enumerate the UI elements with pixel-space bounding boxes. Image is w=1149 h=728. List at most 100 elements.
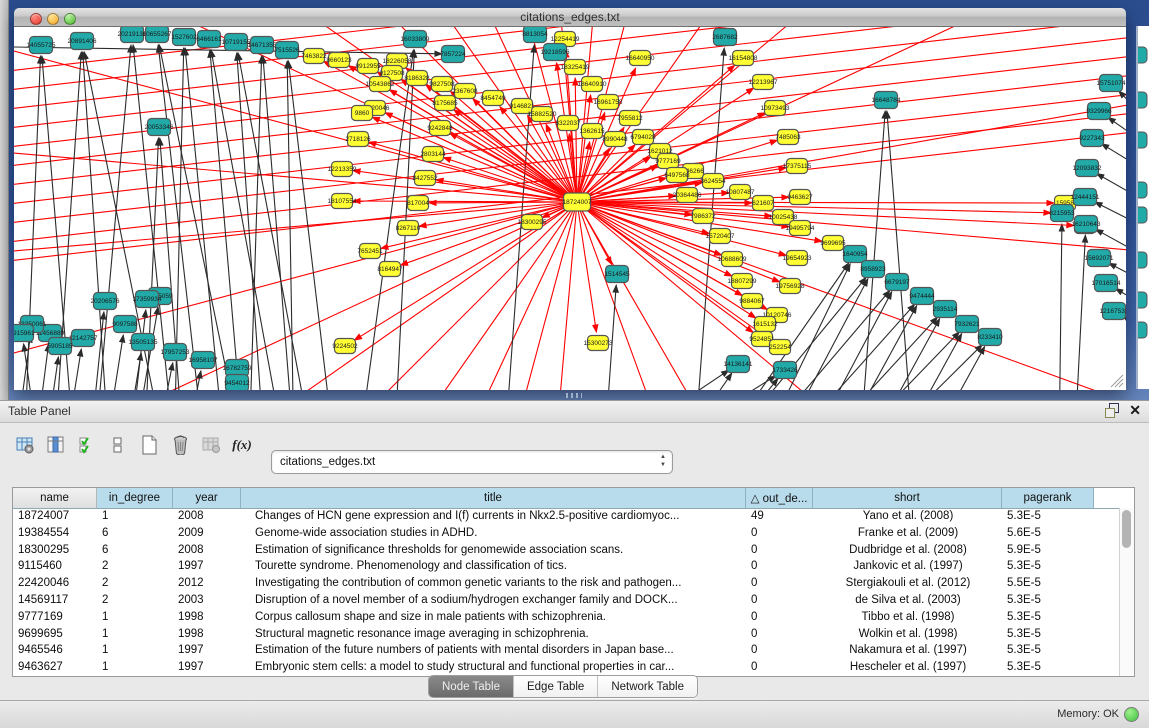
teal-node-9227343[interactable]: 9227343 <box>1079 130 1105 147</box>
table-cell[interactable]: 5.3E-5 <box>1002 593 1094 610</box>
table-row[interactable]: 1872400712008Changes of HCN gene express… <box>13 509 1134 526</box>
table-cell[interactable]: de Silva et al. (2003) <box>813 593 1002 610</box>
tab-edge-table[interactable]: Edge Table <box>514 676 598 697</box>
table-cell[interactable]: 9465546 <box>13 643 97 660</box>
teal-node-5905185[interactable]: 5905185 <box>47 338 73 355</box>
yellow-node-12213967[interactable]: 12213967 <box>749 75 778 90</box>
table-row[interactable]: 1938455462009Genome-wide association stu… <box>13 526 1134 543</box>
teal-node-7857224[interactable]: 7857224 <box>440 46 466 63</box>
black-edge[interactable] <box>154 363 173 390</box>
table-row[interactable]: 2242004622012Investigating the contribut… <box>13 576 1134 593</box>
table-cell[interactable]: Nakamura et al. (1997) <box>813 643 1002 660</box>
table-row[interactable]: 977716911998Corpus callosum shape and si… <box>13 610 1134 627</box>
table-cell[interactable]: 1 <box>97 643 173 660</box>
teal-node-20206576[interactable]: 20206576 <box>91 293 120 310</box>
black-edge[interactable] <box>263 56 294 390</box>
yellow-node-817004[interactable]: 817004 <box>407 196 429 211</box>
teal-node-9329966[interactable]: 9329966 <box>1086 103 1112 120</box>
yellow-node-18300295[interactable]: 18300295 <box>518 215 547 230</box>
yellow-node-252254[interactable]: 252254 <box>769 340 791 355</box>
function-builder-icon[interactable]: f(x) <box>231 434 253 456</box>
teal-node-6679197[interactable]: 6679197 <box>884 274 910 291</box>
column-header-year[interactable]: year <box>173 488 241 508</box>
yellow-node-9242848[interactable]: 9242848 <box>427 121 453 136</box>
delete-column-icon[interactable] <box>169 434 191 456</box>
teal-node-17957253[interactable]: 17957253 <box>161 344 190 361</box>
table-cell[interactable]: 2 <box>97 576 173 593</box>
column-settings-icon[interactable] <box>45 434 67 456</box>
table-cell[interactable]: Genome-wide association studies in ADHD. <box>241 526 746 543</box>
table-cell[interactable]: 2008 <box>173 543 241 560</box>
yellow-node-2803144[interactable]: 2803144 <box>420 147 446 162</box>
teal-node-6466161[interactable]: 6466161 <box>196 31 222 48</box>
table-cell[interactable]: Estimation of the future numbers of pati… <box>241 643 746 660</box>
tab-network-table[interactable]: Network Table <box>598 676 697 697</box>
column-header-in_degree[interactable]: in_degree <box>97 488 173 508</box>
yellow-node-10973493[interactable]: 10973493 <box>761 101 790 116</box>
teal-node-16958107[interactable]: 16958107 <box>189 352 218 369</box>
yellow-node-19654923[interactable]: 19654923 <box>783 251 812 266</box>
table-cell[interactable]: Disruption of a novel member of a sodium… <box>241 593 746 610</box>
table-scrollbar-thumb[interactable] <box>1122 510 1131 548</box>
teal-node-7932621[interactable]: 7932621 <box>954 316 980 333</box>
table-cell[interactable]: 19384554 <box>13 526 97 543</box>
yellow-node-7463822[interactable]: 7463822 <box>301 49 327 64</box>
table-cell[interactable]: 0 <box>746 559 813 576</box>
citation-network-graph[interactable]: 7463822 8660123 8912955 18226058 9127508… <box>14 27 1126 390</box>
yellow-node-10543862[interactable]: 10543862 <box>366 77 395 92</box>
close-panel-icon[interactable]: ✕ <box>1129 403 1141 417</box>
column-header-short[interactable]: short <box>813 488 1002 508</box>
hub-node-18724007[interactable]: 18724007 <box>563 193 592 211</box>
table-cell[interactable]: 0 <box>746 526 813 543</box>
table-cell[interactable]: Structural magnetic resonance image aver… <box>241 627 746 644</box>
tab-node-table[interactable]: Node Table <box>429 676 514 697</box>
teal-node-12142757[interactable]: 12142757 <box>69 330 98 347</box>
yellow-node-8990448[interactable]: 8990448 <box>602 132 628 147</box>
yellow-node-7986372[interactable]: 7986372 <box>690 209 716 224</box>
table-cell[interactable]: Wolkin et al. (1998) <box>813 627 1002 644</box>
teal-node-1640954[interactable]: 1640954 <box>842 246 868 263</box>
yellow-node-17375115[interactable]: 17375115 <box>783 159 812 174</box>
teal-node-9454012[interactable]: 9454012 <box>224 375 250 391</box>
red-edge[interactable] <box>577 202 1126 390</box>
table-cell[interactable]: 0 <box>746 610 813 627</box>
table-cell[interactable]: 9777169 <box>13 610 97 627</box>
black-edge[interactable] <box>158 45 204 390</box>
table-cell[interactable]: 2012 <box>173 576 241 593</box>
red-edge[interactable] <box>577 202 1126 390</box>
table-cell[interactable]: 5.3E-5 <box>1002 660 1094 677</box>
column-header-pagerank[interactable]: pagerank <box>1002 488 1094 508</box>
yellow-node-8427552[interactable]: 8427552 <box>412 171 438 186</box>
table-row[interactable]: 969969511998Structural magnetic resonanc… <box>13 627 1134 644</box>
yellow-node-8454749[interactable]: 8454749 <box>480 91 506 106</box>
teal-node-9097588[interactable]: 9097588 <box>112 316 138 333</box>
yellow-node-1615132[interactable]: 1615132 <box>752 317 778 332</box>
teal-node-16033809[interactable]: 16033809 <box>401 31 430 48</box>
yellow-node-18807299[interactable]: 18807299 <box>728 274 757 289</box>
table-cell[interactable]: 1 <box>97 509 173 526</box>
yellow-node-1362615[interactable]: 1362615 <box>579 124 605 139</box>
black-edge[interactable] <box>894 334 962 390</box>
teal-node-2687682[interactable]: 2687682 <box>712 29 738 46</box>
table-row[interactable]: 946554611997Estimation of the future num… <box>13 643 1134 660</box>
select-columns-icon[interactable] <box>76 434 98 456</box>
yellow-node-16961758[interactable]: 16961758 <box>594 95 623 110</box>
table-cell[interactable]: 49 <box>746 509 813 526</box>
column-header-out_de[interactable]: △ out_de... <box>746 488 813 508</box>
yellow-node-2718126[interactable]: 2718126 <box>345 132 371 147</box>
black-edge[interactable] <box>924 347 985 390</box>
table-cell[interactable]: 18300295 <box>13 543 97 560</box>
yellow-node-621607[interactable]: 621607 <box>752 196 774 211</box>
table-cell[interactable]: 1 <box>97 610 173 627</box>
teal-node-14671355[interactable]: 14671355 <box>248 37 277 54</box>
table-cell[interactable]: 0 <box>746 627 813 644</box>
yellow-node-8164947[interactable]: 8164947 <box>377 262 403 277</box>
table-cell[interactable]: Changes of HCN gene expression and I(f) … <box>241 509 746 526</box>
table-cell[interactable]: 0 <box>746 660 813 677</box>
table-selector-dropdown[interactable]: citations_edges.txt ▲▼ <box>271 450 673 474</box>
table-cell[interactable]: 5.3E-5 <box>1002 509 1094 526</box>
yellow-node-10688609[interactable]: 10688609 <box>718 252 747 267</box>
black-edge[interactable] <box>287 61 294 390</box>
table-cell[interactable]: 5.6E-5 <box>1002 526 1094 543</box>
column-header-title[interactable]: title <box>241 488 746 508</box>
